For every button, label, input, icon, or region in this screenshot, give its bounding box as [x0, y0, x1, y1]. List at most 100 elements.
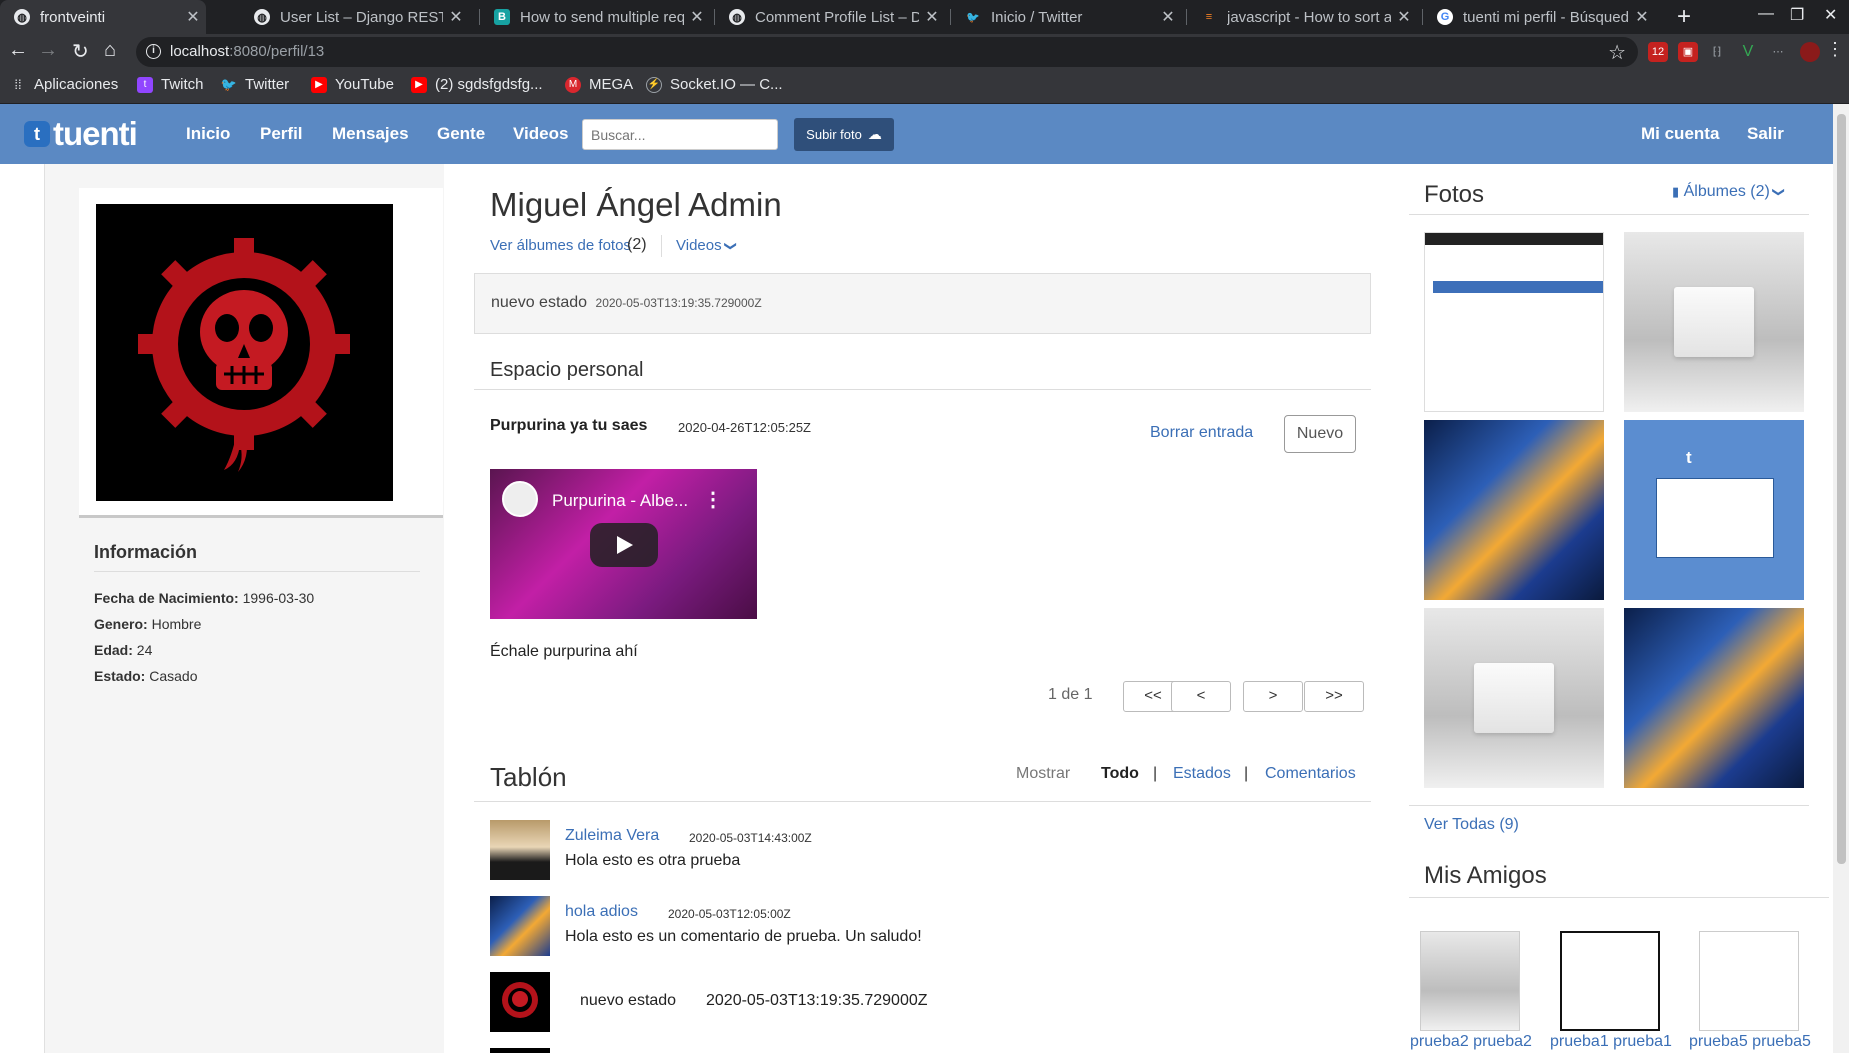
channel-avatar[interactable]	[502, 481, 538, 517]
photo-thumbnail[interactable]	[1624, 232, 1804, 412]
back-icon[interactable]: ←	[8, 39, 28, 62]
vue-devtools-icon[interactable]: V	[1738, 42, 1758, 62]
filter-states[interactable]: Estados	[1173, 765, 1231, 783]
menu-icon[interactable]: ⋮	[1826, 39, 1844, 60]
browser-tab[interactable]: ◍ frontveinti ✕	[0, 0, 206, 34]
logo-text: tuenti	[53, 115, 138, 152]
reload-icon[interactable]: ↻	[72, 39, 89, 64]
photo-thumbnail[interactable]	[1624, 608, 1804, 788]
close-icon[interactable]: ✕	[1391, 7, 1417, 27]
photo-thumbnail[interactable]	[1424, 232, 1604, 412]
bookmark-item[interactable]: ⁞⁞ Aplicaciones	[10, 76, 118, 93]
friend-avatar[interactable]	[1420, 931, 1520, 1031]
info-icon[interactable]: i	[146, 44, 161, 59]
friend-avatar[interactable]	[1699, 931, 1799, 1031]
browser-tab[interactable]: ≡ javascript - How to sort an ✕	[1187, 0, 1417, 34]
new-entry-button[interactable]: Nuevo	[1284, 415, 1356, 453]
embedded-video[interactable]: Purpurina - Albe... ⋮	[490, 469, 757, 619]
bookmark-star-icon[interactable]: ☆	[1608, 40, 1626, 65]
photo-thumbnail[interactable]	[1424, 608, 1604, 788]
nav-mi-cuenta[interactable]: Mi cuenta	[1641, 124, 1719, 144]
minimize-icon[interactable]: —	[1758, 5, 1774, 23]
filter-all[interactable]: Todo	[1101, 765, 1139, 783]
address-bar[interactable]: i localhost:8080/perfil/13 ☆	[136, 37, 1638, 67]
see-all-photos-link[interactable]: Ver Todas (9)	[1424, 816, 1519, 834]
close-icon[interactable]: ✕	[684, 7, 710, 27]
extension-icon[interactable]: 12	[1648, 42, 1668, 62]
play-icon[interactable]	[590, 523, 658, 567]
albums-dropdown[interactable]: ▮ Álbumes (2) ❯	[1672, 183, 1786, 201]
post-author-avatar[interactable]	[490, 1048, 550, 1053]
profile-picture[interactable]	[96, 204, 393, 501]
tab-title: tuenti mi perfil - Búsqued	[1463, 8, 1629, 26]
browser-tab[interactable]: G tuenti mi perfil - Búsqued ✕	[1423, 0, 1655, 34]
last-page-button[interactable]: >>	[1304, 681, 1364, 712]
tuenti-logo[interactable]: t tuenti	[24, 115, 138, 152]
post-author[interactable]: hola adios	[565, 903, 638, 921]
avatar[interactable]	[1800, 42, 1820, 62]
post-author-avatar[interactable]	[490, 820, 550, 880]
bookmarks-bar: ⁞⁞ Aplicaciones t Twitch 🐦 Twitter ▶ You…	[0, 70, 1849, 104]
close-icon[interactable]: ✕	[443, 7, 469, 27]
status-text: nuevo estado	[491, 294, 588, 311]
restore-icon[interactable]: ❐	[1790, 5, 1804, 25]
bookmark-item[interactable]: ▶ (2) sgdsfgdsfg...	[411, 76, 543, 93]
url-host: localhost	[170, 43, 230, 60]
video-title[interactable]: Purpurina - Albe...	[552, 491, 688, 511]
filter-label: Mostrar	[1016, 765, 1071, 782]
post-author-avatar[interactable]	[490, 896, 550, 956]
nav-gente[interactable]: Gente	[437, 124, 485, 144]
browser-tab[interactable]: 🐦 Inicio / Twitter ✕	[951, 0, 1181, 34]
friend-name[interactable]: prueba1 prueba1	[1550, 1033, 1672, 1051]
forward-icon[interactable]: →	[38, 39, 58, 62]
browser-tab[interactable]: ◍ Comment Profile List – Dj ✕	[715, 0, 945, 34]
home-icon[interactable]: ⌂	[104, 39, 116, 62]
tuenti-logo-icon: t	[1686, 448, 1692, 467]
info-label: Fecha de Nacimiento:	[94, 590, 239, 606]
personal-space-heading: Espacio personal	[490, 359, 644, 381]
new-tab-button[interactable]: +	[1677, 3, 1691, 31]
close-icon[interactable]: ✕	[1629, 7, 1655, 27]
nav-mensajes[interactable]: Mensajes	[332, 124, 409, 144]
nav-inicio[interactable]: Inicio	[186, 124, 230, 144]
friend-name[interactable]: prueba2 prueba2	[1410, 1033, 1532, 1051]
nav-videos[interactable]: Videos	[513, 124, 568, 144]
post-author[interactable]: Zuleima Vera	[565, 827, 659, 845]
mega-icon: M	[565, 76, 581, 93]
extension-icon[interactable]: ▣	[1678, 42, 1698, 62]
bookmark-item[interactable]: ⚡ Socket.IO — C...	[646, 76, 783, 93]
info-status: Estado: Casado	[94, 668, 198, 684]
close-icon[interactable]: ✕	[1155, 7, 1181, 27]
bookmark-item[interactable]: t Twitch	[137, 76, 204, 93]
prev-page-button[interactable]: <	[1171, 681, 1231, 712]
more-options-icon[interactable]: ⋮	[703, 487, 723, 512]
close-icon[interactable]: ✕	[919, 7, 945, 27]
view-albums-link[interactable]: Ver álbumes de fotos	[490, 237, 631, 254]
nav-salir[interactable]: Salir	[1747, 124, 1784, 144]
next-page-button[interactable]: >	[1243, 681, 1303, 712]
scrollbar-thumb[interactable]	[1837, 114, 1846, 864]
photo-thumbnail[interactable]: t	[1624, 420, 1804, 600]
filter-comments[interactable]: Comentarios	[1265, 765, 1356, 783]
extension-icon[interactable]: ⋯	[1768, 42, 1788, 62]
bookmark-item[interactable]: 🐦 Twitter	[221, 76, 289, 93]
delete-entry-link[interactable]: Borrar entrada	[1150, 424, 1253, 442]
close-icon[interactable]: ✕	[180, 7, 206, 27]
videos-dropdown[interactable]: Videos ❯	[676, 237, 738, 254]
info-birthdate: Fecha de Nacimiento: 1996-03-30	[94, 590, 314, 606]
upload-label: Subir foto	[806, 127, 862, 142]
upload-photo-button[interactable]: Subir foto ☁	[794, 118, 894, 151]
post-text: Hola esto es otra prueba	[565, 852, 741, 869]
friend-name[interactable]: prueba5 prueba5	[1689, 1033, 1811, 1051]
post-author-avatar[interactable]	[490, 972, 550, 1032]
friend-avatar[interactable]	[1560, 931, 1660, 1031]
search-input[interactable]	[582, 119, 778, 150]
nav-perfil[interactable]: Perfil	[260, 124, 303, 144]
bookmark-item[interactable]: M MEGA	[565, 76, 633, 93]
browser-tab[interactable]: ◍ User List – Django REST fr ✕	[240, 0, 469, 34]
close-window-icon[interactable]: ✕	[1824, 5, 1837, 25]
extension-icon[interactable]: ⁅⁆	[1707, 42, 1727, 62]
bookmark-item[interactable]: ▶ YouTube	[311, 76, 394, 93]
photo-thumbnail[interactable]	[1424, 420, 1604, 600]
browser-tab[interactable]: B How to send multiple req ✕	[480, 0, 710, 34]
